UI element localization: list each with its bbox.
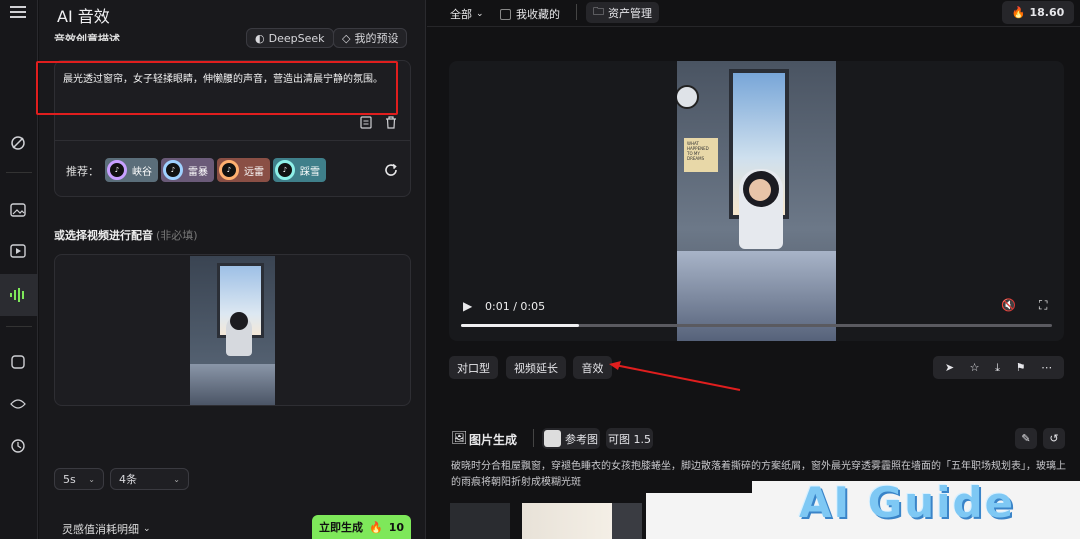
progress-fill xyxy=(461,324,580,327)
folder-icon: 🗀 xyxy=(593,5,604,18)
image-icon: 🖼 xyxy=(451,431,468,446)
ai-guide-watermark: AI Guide xyxy=(799,478,1016,527)
red-highlight-box xyxy=(36,61,398,115)
video-extend-button[interactable]: 视频延长 xyxy=(506,356,566,379)
video-player[interactable]: WHAT HAPPENED TO MY DREAMS ▶ 0:01 / 0:05… xyxy=(449,61,1064,341)
count-select[interactable]: 4条 ⌄ xyxy=(110,468,189,490)
toolbar-divider xyxy=(576,4,577,20)
deepseek-button[interactable]: ◐ DeepSeek xyxy=(246,28,334,48)
right-panel: 全部 ⌄ 我收藏的 🗀 资产管理 🔥 18.60 WHAT HAPPENED TO M… xyxy=(427,0,1080,539)
thumb-hair xyxy=(230,312,248,330)
video-section-label: 或选择视频进行配音 (非必填) xyxy=(54,229,198,242)
menu-icon[interactable] xyxy=(8,2,28,22)
download-icon[interactable]: ⤓ xyxy=(995,361,1000,375)
model-chip[interactable]: 可图 1.5 xyxy=(606,428,653,449)
ref-thumbnail xyxy=(544,430,561,447)
history-icon[interactable] xyxy=(8,436,28,456)
fullscreen-icon[interactable]: ⛶ xyxy=(1039,298,1047,313)
cost-detail-toggle[interactable]: 灵感值消耗明细 ⌄ xyxy=(62,521,151,537)
video-icon[interactable] xyxy=(8,241,28,261)
disc-icon: ♪ xyxy=(219,160,239,180)
video-section-hint: (非必填) xyxy=(156,229,198,242)
chip-thunderstorm[interactable]: ♪ 雷暴 xyxy=(161,158,214,182)
ref-image-chip[interactable]: 参考图 xyxy=(542,428,600,449)
frame-bed xyxy=(677,251,836,341)
side-rail xyxy=(0,0,38,539)
flame-icon: 🔥 xyxy=(1011,6,1026,19)
image-gen-title: 图片生成 xyxy=(469,433,518,447)
eye-icon[interactable] xyxy=(8,394,28,414)
audio-wave-icon[interactable] xyxy=(8,285,28,305)
image-icon[interactable] xyxy=(8,200,28,220)
wall-poster: WHAT HAPPENED TO MY DREAMS xyxy=(684,138,718,172)
rail-divider xyxy=(6,172,32,173)
trash-icon[interactable] xyxy=(379,111,403,133)
undo-icon[interactable]: ↺ xyxy=(1043,428,1065,449)
page-title: AI 音效 xyxy=(57,7,110,26)
image-thumb[interactable] xyxy=(612,503,642,539)
recommend-label: 推荐： xyxy=(66,165,99,178)
frame-figure-face xyxy=(749,179,771,201)
disc-icon: ♪ xyxy=(107,160,127,180)
star-icon[interactable]: ☆ xyxy=(970,361,980,374)
time-display: 0:01 / 0:05 xyxy=(485,300,546,313)
card-divider xyxy=(54,140,411,141)
send-icon[interactable]: ➤ xyxy=(945,361,954,374)
save-icon[interactable] xyxy=(354,111,378,133)
edit-icon[interactable]: ✎ xyxy=(1015,428,1037,449)
thumb-bed xyxy=(190,364,275,405)
watermark-bg xyxy=(646,493,752,539)
chip-distant-thunder[interactable]: ♪ 远雷 xyxy=(217,158,270,182)
lip-sync-button[interactable]: 对口型 xyxy=(449,356,498,379)
section-divider xyxy=(533,429,534,447)
diamond-icon: ◇ xyxy=(342,31,351,45)
rail-divider xyxy=(6,326,32,327)
clock-icon xyxy=(677,85,699,109)
red-arrow xyxy=(609,361,741,391)
refresh-icon[interactable] xyxy=(379,159,403,181)
video-thumbnail xyxy=(190,256,275,405)
disc-icon: ♪ xyxy=(163,160,183,180)
video-frame: WHAT HAPPENED TO MY DREAMS xyxy=(677,61,836,341)
disc-icon: ♪ xyxy=(275,160,295,180)
flame-icon: 🔥 xyxy=(368,520,383,534)
magic-wand-icon[interactable] xyxy=(8,133,28,153)
cube-icon[interactable] xyxy=(8,352,28,372)
chevron-down-icon: ⌄ xyxy=(173,474,180,484)
flag-icon[interactable]: ⚑ xyxy=(1016,361,1026,374)
deepseek-icon: ◐ xyxy=(255,31,265,45)
generate-button[interactable]: 立即生成 🔥 10 xyxy=(312,515,411,539)
desc-section-label: 音效创意描述 xyxy=(54,33,120,41)
favorites-checkbox[interactable]: 我收藏的 xyxy=(500,6,560,22)
chip-canyon[interactable]: ♪ 峡谷 xyxy=(105,158,158,182)
chevron-down-icon: ⌄ xyxy=(476,9,484,19)
more-icon[interactable]: ⋯ xyxy=(1041,361,1052,374)
header-divider xyxy=(427,26,1080,27)
progress-track[interactable] xyxy=(461,324,1052,327)
chevron-down-icon: ⌄ xyxy=(143,524,151,534)
play-icon[interactable]: ▶ xyxy=(463,299,472,313)
mute-icon[interactable]: 🔇 xyxy=(1001,298,1016,312)
chevron-down-icon: ⌄ xyxy=(88,474,95,484)
checkbox-box[interactable] xyxy=(500,8,511,20)
image-thumb[interactable] xyxy=(450,503,510,539)
assets-button[interactable]: 🗀 资产管理 xyxy=(586,2,659,23)
item-toolbar: ➤ ☆ ⤓ ⚑ ⋯ xyxy=(933,356,1064,379)
filter-all-dropdown[interactable]: 全部 ⌄ xyxy=(450,6,484,22)
left-panel: AI 音效 音效创意描述 ◐ DeepSeek ◇ 我的预设 晨光透过窗帘，女子轻揉… xyxy=(36,0,426,539)
image-thumb[interactable] xyxy=(522,503,612,539)
credits-badge[interactable]: 🔥 18.60 xyxy=(1002,1,1074,24)
preset-button[interactable]: ◇ 我的预设 xyxy=(333,28,408,48)
chip-snow-step[interactable]: ♪ 踩雪 xyxy=(273,158,326,182)
duration-select[interactable]: 5s ⌄ xyxy=(54,468,104,490)
prompt-text[interactable]: 晨光透过窗帘，女子轻揉眼睛，伸懒腰的声音，营造出清晨宁静的氛围。 xyxy=(63,73,393,87)
